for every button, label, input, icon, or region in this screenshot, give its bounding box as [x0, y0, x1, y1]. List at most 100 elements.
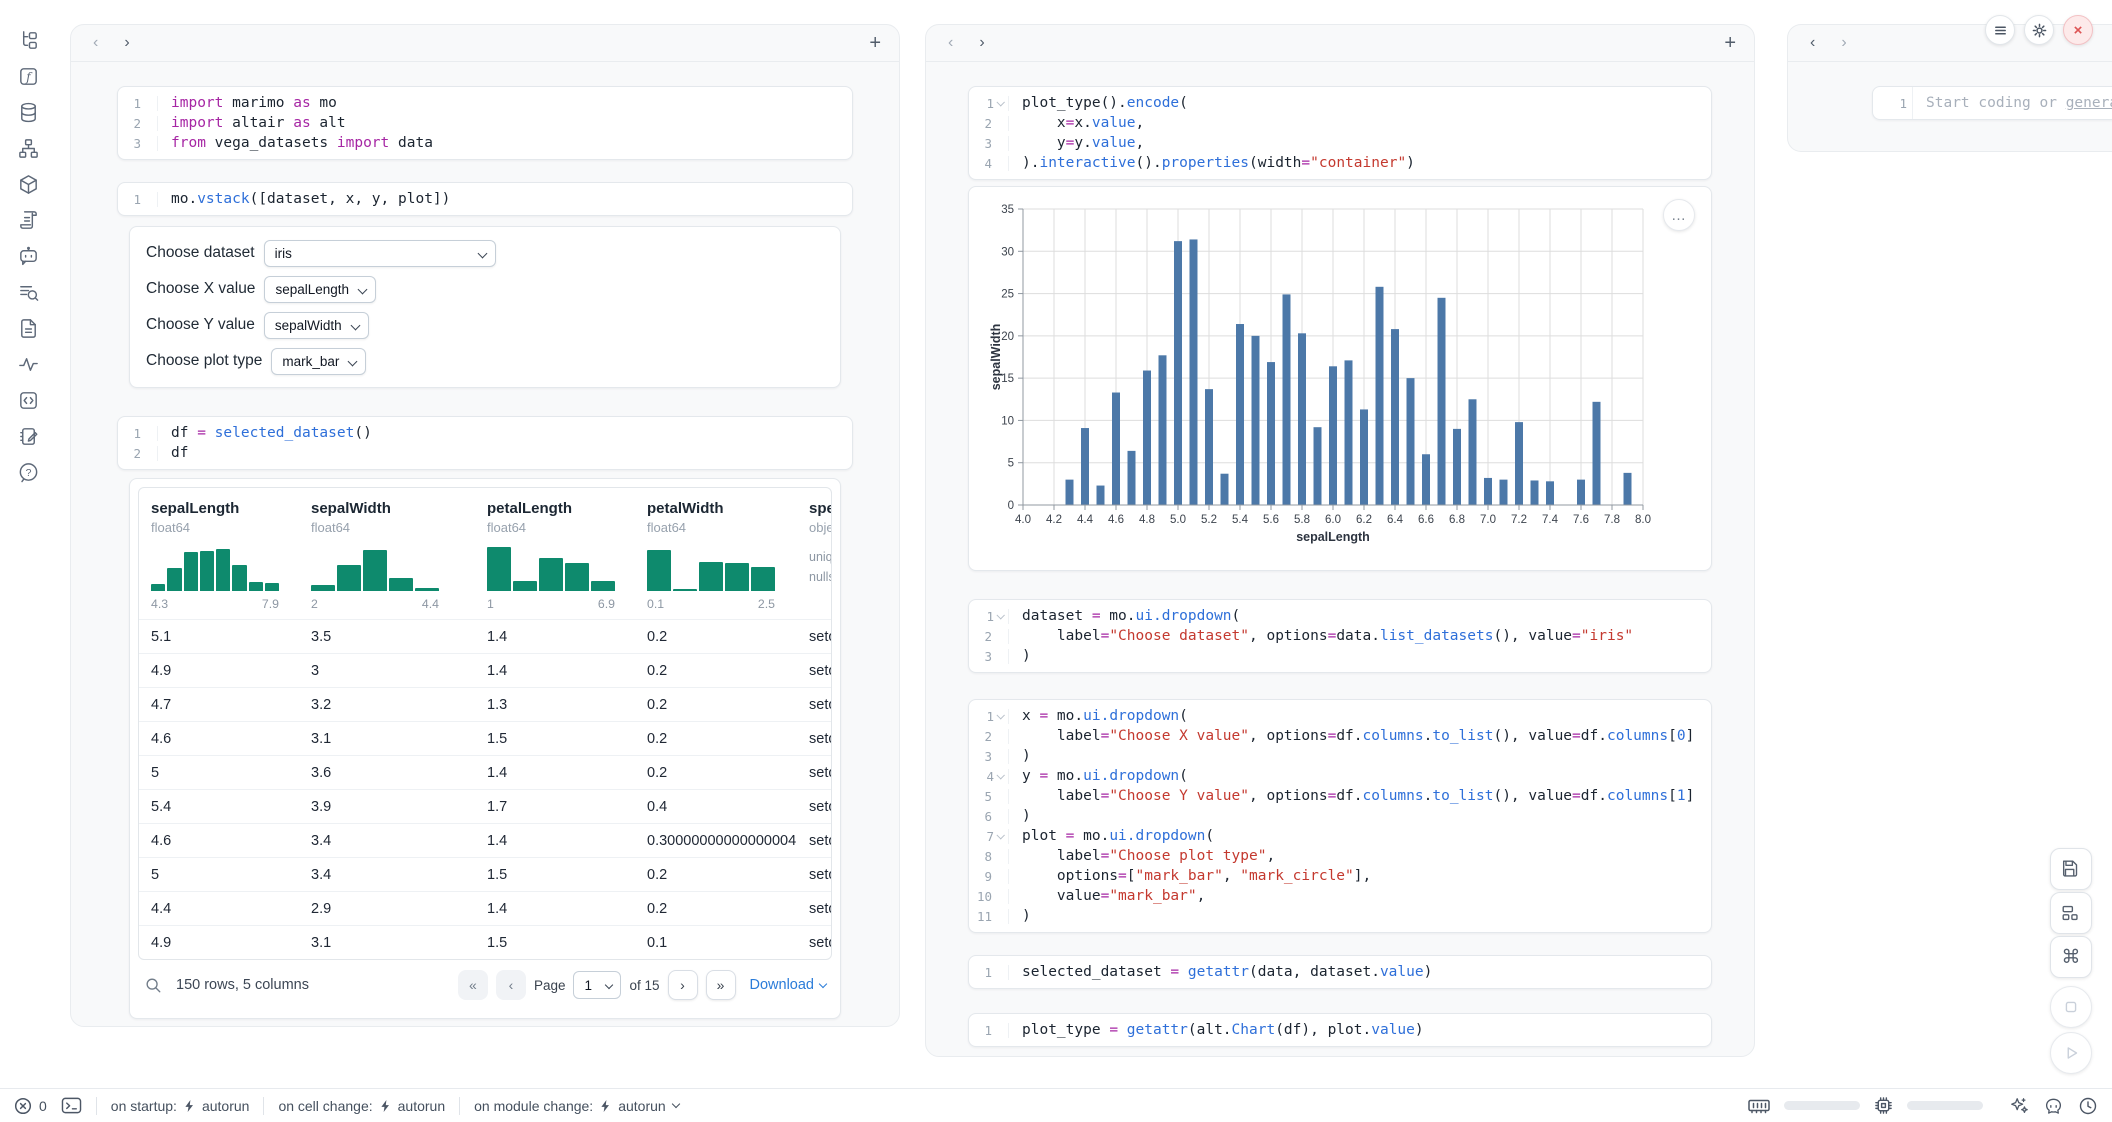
page-select[interactable]: 1: [573, 971, 621, 999]
svg-text:8.0: 8.0: [1635, 514, 1651, 526]
sepal-bar-chart[interactable]: 4.04.24.44.64.85.05.25.45.65.86.06.26.46…: [989, 195, 1711, 562]
x-value-select[interactable]: sepalLength: [264, 276, 376, 303]
svg-text:4.2: 4.2: [1046, 514, 1062, 526]
svg-text:5.2: 5.2: [1201, 514, 1217, 526]
dataset-select[interactable]: iris: [264, 240, 496, 267]
on-cell-change-setting[interactable]: on cell change: autorun: [278, 1098, 445, 1114]
svg-text:6.2: 6.2: [1356, 514, 1372, 526]
svg-text:15: 15: [1001, 373, 1014, 385]
on-module-change-setting[interactable]: on module change: autorun: [474, 1098, 679, 1114]
svg-text:30: 30: [1001, 246, 1014, 258]
cell-selected-dataset[interactable]: 1selected_dataset = getattr(data, datase…: [968, 955, 1712, 989]
file-explorer-icon[interactable]: [10, 22, 46, 58]
cell-imports[interactable]: 1import marimo as mo2import altair as al…: [117, 86, 853, 160]
cell-df[interactable]: 1df = selected_dataset()2df: [117, 416, 853, 470]
search-icon[interactable]: [144, 976, 162, 994]
menu-icon[interactable]: [1985, 15, 2015, 45]
cell-dataset[interactable]: 1dataset = mo.ui.dropdown(2 label="Choos…: [968, 599, 1712, 673]
svg-text:20: 20: [1001, 331, 1014, 343]
column-header[interactable]: sepalWidthfloat6424.4: [299, 488, 475, 619]
chevron-down-icon: [671, 1100, 679, 1108]
dataframe-table: sepalLengthfloat644.37.9sepalWidthfloat6…: [138, 487, 832, 960]
y-value-select[interactable]: sepalWidth: [264, 312, 369, 339]
cpu-icon[interactable]: [1874, 1096, 1893, 1115]
documentation-icon[interactable]: [10, 310, 46, 346]
packages-icon[interactable]: [10, 166, 46, 202]
control-label: Choose dataset: [146, 244, 255, 262]
on-startup-setting[interactable]: on startup: autorun: [111, 1098, 250, 1114]
svg-text:7.8: 7.8: [1604, 514, 1620, 526]
svg-text:7.2: 7.2: [1511, 514, 1527, 526]
stop-button[interactable]: [2050, 986, 2092, 1028]
column-next-button[interactable]: ›: [975, 33, 988, 53]
terminal-icon[interactable]: [61, 1096, 82, 1115]
chart-menu-button[interactable]: …: [1663, 199, 1695, 231]
logs-icon[interactable]: [10, 202, 46, 238]
close-icon[interactable]: ×: [2063, 15, 2093, 45]
control-label: Choose X value: [146, 280, 255, 298]
variables-icon[interactable]: f: [10, 58, 46, 94]
column-header[interactable]: sepalLengthfloat644.37.9: [139, 488, 299, 619]
svg-text:5.6: 5.6: [1263, 514, 1279, 526]
gear-icon[interactable]: [2024, 15, 2054, 45]
column-next-button[interactable]: ›: [120, 33, 133, 53]
dependencies-icon[interactable]: [10, 130, 46, 166]
code-line: 1selected_dataset = getattr(data, datase…: [969, 962, 1711, 982]
svg-text:5.4: 5.4: [1232, 514, 1249, 526]
svg-text:6.0: 6.0: [1325, 514, 1341, 526]
data-sources-icon[interactable]: [10, 94, 46, 130]
table-row: 4.93.11.50.1setos: [139, 925, 831, 959]
code-line: 3from vega_datasets import data: [118, 133, 852, 153]
control-label: Choose Y value: [146, 316, 255, 334]
add-cell-button[interactable]: +: [869, 33, 881, 53]
table-row: 53.41.50.2setos: [139, 857, 831, 891]
cell-plot-type[interactable]: 1plot_type = getattr(alt.Chart(df), plot…: [968, 1013, 1712, 1047]
svg-text:7.4: 7.4: [1542, 514, 1559, 526]
ai-sparkles-icon[interactable]: [2009, 1096, 2029, 1116]
download-button[interactable]: Download: [750, 977, 827, 993]
save-button[interactable]: [2050, 848, 2092, 890]
table-row: 4.73.21.30.2setos: [139, 687, 831, 721]
column-header[interactable]: speciobjecuniqunulls:: [797, 488, 831, 619]
cell-plot[interactable]: 1plot_type().encode(2 x=x.value,3 y=y.va…: [968, 86, 1712, 180]
keyboard-shortcuts-button[interactable]: ⌘: [2050, 936, 2092, 978]
code-line: 6): [969, 806, 1711, 826]
generate-link[interactable]: generate: [2066, 95, 2112, 111]
column-prev-button[interactable]: ‹: [944, 33, 957, 53]
error-count-badge[interactable]: 0: [14, 1097, 47, 1115]
code-line: 9 options=["mark_bar", "mark_circle"],: [969, 866, 1711, 886]
code-line: 1import marimo as mo: [118, 93, 852, 113]
plot-type-select[interactable]: mark_bar: [271, 348, 366, 375]
tracing-icon[interactable]: [10, 346, 46, 382]
outline-icon[interactable]: [10, 274, 46, 310]
vstack-output: Choose dataset iris Choose X value sepalLen…: [129, 226, 841, 388]
next-page-button[interactable]: ›: [668, 970, 698, 1000]
cell-vstack[interactable]: 1mo.vstack([dataset, x, y, plot]): [117, 182, 853, 216]
column-prev-button[interactable]: ‹: [1806, 33, 1819, 53]
snippets-icon[interactable]: [10, 382, 46, 418]
memory-icon[interactable]: [1748, 1098, 1770, 1114]
column-header[interactable]: petalLengthfloat6416.9: [475, 488, 635, 619]
help-icon[interactable]: ?: [10, 454, 46, 490]
prev-page-button[interactable]: ‹: [496, 970, 526, 1000]
marimo-app: f? ‹ › + 1import marimo as mo2import alt…: [0, 0, 2112, 1122]
code-line: 2 label="Choose dataset", options=data.l…: [969, 626, 1711, 646]
layout-button[interactable]: [2050, 892, 2092, 934]
github-copilot-icon[interactable]: [2043, 1096, 2064, 1116]
column-prev-button[interactable]: ‹: [89, 33, 102, 53]
svg-text:4.6: 4.6: [1108, 514, 1124, 526]
column-next-button[interactable]: ›: [1837, 33, 1850, 53]
last-page-button[interactable]: »: [706, 970, 736, 1000]
svg-text:4.0: 4.0: [1015, 514, 1031, 526]
new-cell-editor[interactable]: 1 Start coding or generate with: [1872, 86, 2112, 120]
clock-status-icon[interactable]: [2078, 1096, 2098, 1116]
column-header[interactable]: petalWidthfloat640.12.5: [635, 488, 797, 619]
run-button[interactable]: [2050, 1032, 2092, 1074]
add-cell-button[interactable]: +: [1724, 33, 1736, 53]
column-histogram: [151, 545, 279, 591]
ai-chat-icon[interactable]: [10, 238, 46, 274]
first-page-button[interactable]: «: [458, 970, 488, 1000]
scratchpad-icon[interactable]: [10, 418, 46, 454]
code-line: 8 label="Choose plot type",: [969, 846, 1711, 866]
cell-xyplot[interactable]: 1x = mo.ui.dropdown(2 label="Choose X va…: [968, 699, 1712, 933]
